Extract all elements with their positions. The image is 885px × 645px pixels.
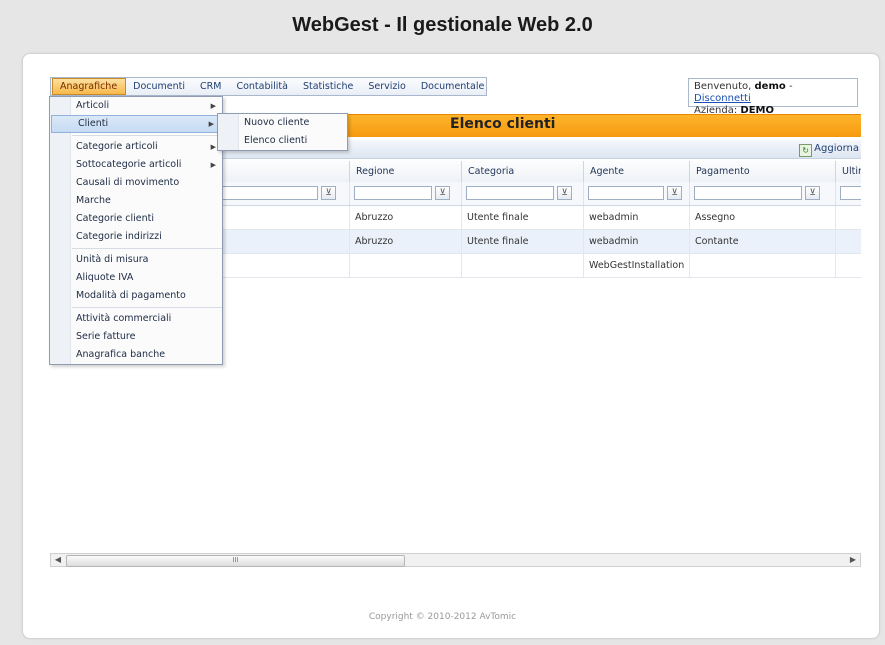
- menu-item-causali-movimento[interactable]: Causali di movimento: [50, 174, 222, 192]
- menu-item-serie-fatture[interactable]: Serie fatture: [50, 328, 222, 346]
- cell-ultimo: [835, 254, 861, 277]
- refresh-label: Aggiorna: [814, 143, 859, 154]
- horizontal-scrollbar[interactable]: ◀ III ▶: [50, 553, 861, 567]
- app-title: WebGest - Il gestionale Web 2.0: [292, 14, 593, 36]
- menu-item-label: Articoli: [76, 100, 110, 111]
- cell-pagamento: Contante: [689, 230, 835, 253]
- menu-item-attivita-commerciali[interactable]: Attività commerciali: [50, 310, 222, 328]
- cell-ultimo: [835, 230, 861, 253]
- menu-item-anagrafica-banche[interactable]: Anagrafica banche: [50, 346, 222, 364]
- menu-item-label: Categorie articoli: [76, 141, 158, 152]
- menu-separator: [72, 248, 222, 249]
- cell-ultimo: [835, 206, 861, 229]
- cell-regione: Abruzzo: [349, 230, 461, 253]
- submenu-arrow-icon: ▶: [210, 161, 216, 169]
- welcome-separator: -: [788, 81, 793, 92]
- menu-item-modalita-pagamento[interactable]: Modalità di pagamento: [50, 287, 222, 305]
- clienti-submenu: Nuovo cliente Elenco clienti: [217, 113, 348, 151]
- menu-item-articoli[interactable]: Articoli ▶: [50, 97, 222, 115]
- column-header-ultimo[interactable]: Ultim: [835, 161, 861, 182]
- page-title: Elenco clienti: [450, 116, 556, 132]
- menu-item-sottocategorie-articoli[interactable]: Sottocategorie articoli ▶: [50, 156, 222, 174]
- filter-icon[interactable]: ⊻: [667, 186, 682, 200]
- filter-icon[interactable]: ⊻: [805, 186, 820, 200]
- column-header-categoria[interactable]: Categoria: [461, 161, 583, 182]
- cell-categoria: Utente finale: [461, 230, 583, 253]
- menu-documenti[interactable]: Documenti: [126, 78, 193, 95]
- cell-regione: [349, 254, 461, 277]
- refresh-icon: ↻: [799, 144, 813, 157]
- anagrafiche-dropdown: Articoli ▶ Clienti ▶ Categorie articoli ▶ S…: [49, 96, 223, 365]
- submenu-arrow-icon: ▶: [208, 120, 214, 128]
- logout-link[interactable]: Disconnetti: [694, 93, 751, 104]
- filter-cell-ultimo: [835, 182, 861, 205]
- cell-agente: webadmin: [583, 206, 689, 229]
- menu-item-elenco-clienti[interactable]: Elenco clienti: [218, 132, 347, 150]
- welcome-box: Benvenuto, demo - Disconnetti Azienda: D…: [688, 78, 858, 116]
- menu-documentale[interactable]: Documentale: [414, 78, 493, 95]
- cell-pagamento: Assegno: [689, 206, 835, 229]
- scroll-thumb[interactable]: III: [66, 555, 405, 567]
- filter-input-categoria[interactable]: [466, 186, 554, 200]
- menu-crm[interactable]: CRM: [193, 78, 229, 95]
- filter-icon[interactable]: ⊻: [557, 186, 572, 200]
- cell-regione: Abruzzo: [349, 206, 461, 229]
- menu-separator: [72, 307, 222, 308]
- menu-item-label: Clienti: [78, 118, 109, 129]
- cell-agente: webadmin: [583, 230, 689, 253]
- menu-item-marche[interactable]: Marche: [50, 192, 222, 210]
- cell-categoria: [461, 254, 583, 277]
- cell-categoria: Utente finale: [461, 206, 583, 229]
- welcome-user: demo: [754, 81, 786, 92]
- menu-anagrafiche[interactable]: Anagrafiche: [52, 78, 127, 95]
- submenu-arrow-icon: ▶: [210, 102, 216, 110]
- filter-icon[interactable]: ⊻: [435, 186, 450, 200]
- main-menubar: Anagrafiche Documenti CRM Contabilità St…: [50, 77, 487, 96]
- menu-servizio[interactable]: Servizio: [361, 78, 413, 95]
- menu-item-unita-misura[interactable]: Unità di misura: [50, 251, 222, 269]
- filter-input-agente[interactable]: [588, 186, 664, 200]
- filter-input[interactable]: [222, 186, 318, 200]
- welcome-greeting: Benvenuto,: [694, 81, 752, 92]
- scroll-left-icon[interactable]: ◀: [51, 554, 65, 566]
- scroll-right-icon[interactable]: ▶: [846, 554, 860, 566]
- filter-cell-agente: ⊻: [583, 182, 689, 205]
- copyright-footer: Copyright © 2010-2012 AvTomic: [368, 612, 517, 622]
- menu-item-nuovo-cliente[interactable]: Nuovo cliente: [218, 114, 347, 132]
- menu-separator: [72, 135, 222, 136]
- menu-item-categorie-indirizzi[interactable]: Categorie indirizzi: [50, 228, 222, 246]
- refresh-button[interactable]: ↻ Aggiorna: [799, 141, 861, 157]
- cell-agente: WebGestInstallation: [583, 254, 689, 277]
- menu-item-categorie-articoli[interactable]: Categorie articoli ▶: [50, 138, 222, 156]
- filter-input-ultimo[interactable]: [840, 186, 861, 200]
- filter-input-pagamento[interactable]: [694, 186, 802, 200]
- menu-statistiche[interactable]: Statistiche: [296, 78, 361, 95]
- menu-item-label: Sottocategorie articoli: [76, 159, 182, 170]
- filter-input-regione[interactable]: [354, 186, 432, 200]
- column-header-pagamento[interactable]: Pagamento: [689, 161, 835, 182]
- submenu-arrow-icon: ▶: [210, 143, 216, 151]
- column-header-regione[interactable]: Regione: [349, 161, 461, 182]
- menu-contabilita[interactable]: Contabilità: [229, 78, 296, 95]
- filter-cell-pagamento: ⊻: [689, 182, 835, 205]
- filter-cell-categoria: ⊻: [461, 182, 583, 205]
- menu-item-categorie-clienti[interactable]: Categorie clienti: [50, 210, 222, 228]
- cell-pagamento: [689, 254, 835, 277]
- filter-icon[interactable]: ⊻: [321, 186, 336, 200]
- menu-item-aliquote-iva[interactable]: Aliquote IVA: [50, 269, 222, 287]
- column-header-agente[interactable]: Agente: [583, 161, 689, 182]
- filter-cell-regione: ⊻: [349, 182, 461, 205]
- menu-item-clienti[interactable]: Clienti ▶: [51, 115, 221, 133]
